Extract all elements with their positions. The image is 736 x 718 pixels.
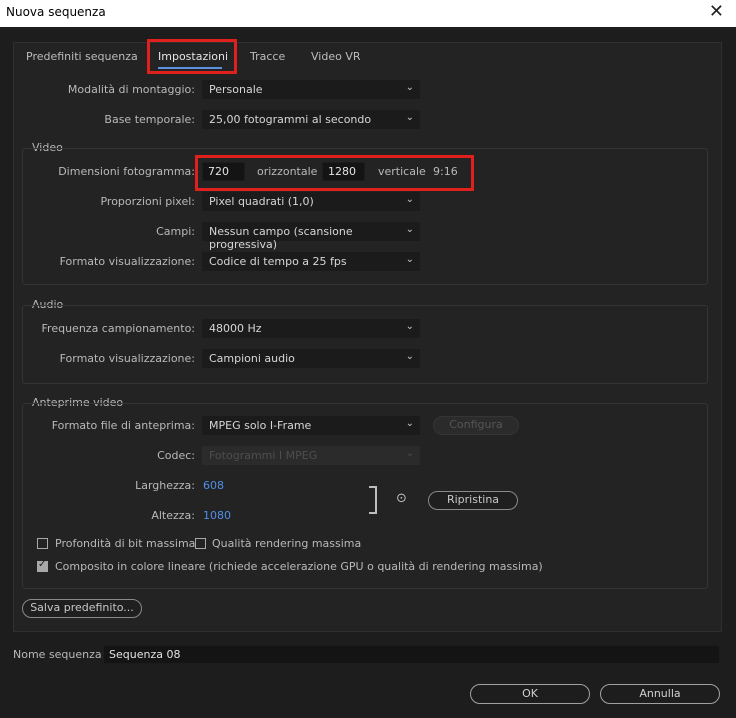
codec-label: Codec: bbox=[157, 449, 195, 462]
tab-highlight-box bbox=[147, 39, 237, 74]
pixel-aspect-dropdown[interactable]: Pixel quadrati (1,0) ⌄ bbox=[202, 192, 420, 211]
video-display-format-dropdown[interactable]: Codice di tempo a 25 fps ⌄ bbox=[202, 252, 420, 271]
editing-mode-dropdown[interactable]: Personale ⌄ bbox=[202, 80, 420, 99]
close-icon[interactable]: ✕ bbox=[709, 2, 724, 22]
chevron-down-icon: ⌄ bbox=[405, 254, 414, 265]
configure-button[interactable]: Configura bbox=[433, 416, 519, 435]
chevron-down-icon: ⌄ bbox=[405, 224, 414, 235]
max-render-quality-label: Qualità rendering massima bbox=[212, 537, 362, 550]
sequence-name-input[interactable]: Sequenza 08 bbox=[103, 645, 720, 664]
audio-display-format-label: Formato visualizzazione: bbox=[59, 352, 195, 365]
chevron-down-icon: ⌄ bbox=[405, 418, 414, 429]
link-bracket bbox=[369, 486, 377, 514]
linear-color-label: Composito in colore lineare (richiede ac… bbox=[55, 560, 543, 573]
height-label: Altezza: bbox=[151, 509, 195, 522]
preview-format-dropdown[interactable]: MPEG solo I-Frame ⌄ bbox=[202, 416, 420, 435]
frame-size-label: Dimensioni fotogramma: bbox=[58, 165, 195, 178]
title-bar: Nuova sequenza ✕ bbox=[0, 0, 736, 27]
chevron-down-icon: ⌄ bbox=[405, 351, 414, 362]
reset-button[interactable]: Ripristina bbox=[428, 491, 518, 510]
fields-dropdown[interactable]: Nessun campo (scansione progressiva) ⌄ bbox=[202, 222, 420, 251]
sequence-name-label: Nome sequenza: bbox=[13, 648, 106, 661]
preview-height-value[interactable]: 1080 bbox=[203, 509, 231, 522]
linear-color-checkbox[interactable] bbox=[37, 559, 48, 572]
save-preset-button[interactable]: Salva predefinito... bbox=[22, 599, 142, 618]
max-bit-depth-label: Profondità di bit massima bbox=[55, 537, 196, 550]
tab-predefiniti[interactable]: Predefiniti sequenza bbox=[26, 50, 138, 63]
chevron-down-icon: ⌄ bbox=[405, 112, 414, 123]
preview-format-label: Formato file di anteprima: bbox=[51, 419, 195, 432]
tab-video-vr[interactable]: Video VR bbox=[311, 50, 360, 63]
chevron-down-icon: ⌄ bbox=[405, 82, 414, 93]
chevron-down-icon: ⌄ bbox=[405, 194, 414, 205]
codec-dropdown[interactable]: Fotogrammi I MPEG ⌄ bbox=[202, 446, 420, 465]
sample-rate-dropdown[interactable]: 48000 Hz ⌄ bbox=[202, 319, 420, 338]
chevron-down-icon: ⌄ bbox=[405, 321, 414, 332]
timebase-label: Base temporale: bbox=[104, 113, 195, 126]
max-render-quality-checkbox[interactable] bbox=[195, 538, 206, 549]
audio-group bbox=[22, 305, 708, 384]
ok-button[interactable]: OK bbox=[470, 684, 590, 704]
window-title: Nuova sequenza bbox=[6, 5, 106, 19]
cancel-button[interactable]: Annulla bbox=[600, 684, 720, 704]
chevron-down-icon: ⌄ bbox=[405, 448, 414, 459]
link-icon[interactable]: ⊙ bbox=[396, 491, 407, 506]
editing-mode-label: Modalità di montaggio: bbox=[67, 83, 195, 96]
timebase-dropdown[interactable]: 25,00 fotogrammi al secondo ⌄ bbox=[202, 110, 420, 129]
video-display-format-label: Formato visualizzazione: bbox=[59, 255, 195, 268]
frame-size-highlight-box bbox=[195, 155, 474, 191]
sample-rate-label: Frequenza campionamento: bbox=[41, 322, 195, 335]
preview-width-value[interactable]: 608 bbox=[203, 479, 224, 492]
audio-display-format-dropdown[interactable]: Campioni audio ⌄ bbox=[202, 349, 420, 368]
width-label: Larghezza: bbox=[135, 479, 195, 492]
max-bit-depth-checkbox[interactable] bbox=[37, 538, 48, 549]
fields-label: Campi: bbox=[156, 225, 195, 238]
pixel-aspect-label: Proporzioni pixel: bbox=[100, 195, 195, 208]
tab-tracce[interactable]: Tracce bbox=[250, 50, 285, 63]
